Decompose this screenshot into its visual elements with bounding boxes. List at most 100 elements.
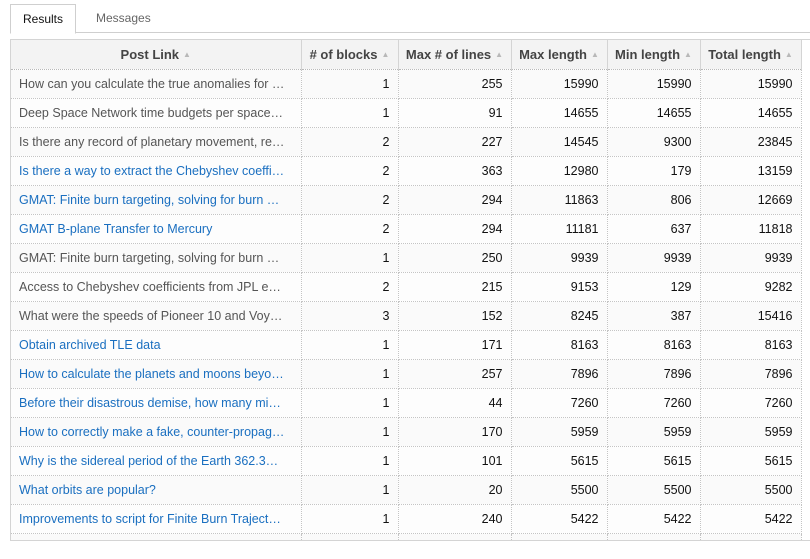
max-lines-cell: 152 [398, 301, 512, 331]
post-link-cell[interactable]: How to correctly make a fake, counter-pr… [11, 417, 302, 447]
total-length-cell: 9282 [700, 272, 802, 302]
max-lines-cell: 294 [398, 214, 512, 244]
post-link-cell[interactable]: Why is the sidereal period of the Earth … [11, 446, 302, 476]
max-lines-cell: 363 [398, 156, 512, 186]
column-header-label: Min length [615, 46, 681, 62]
min-length-cell: 806 [607, 185, 701, 215]
sort-ascending-icon[interactable]: ▲ [382, 50, 390, 59]
clipped-cell [607, 533, 701, 540]
total-length-cell: 14655 [700, 98, 802, 128]
column-header-min-length[interactable]: Min length ▲ [607, 40, 701, 70]
post-link-cell[interactable]: Is there a way to extract the Chebyshev … [11, 156, 302, 186]
total-length-cell: 5422 [700, 504, 802, 534]
blocks-cell: 2 [301, 156, 399, 186]
max-lines-cell: 215 [398, 272, 512, 302]
blocks-cell: 1 [301, 69, 399, 99]
post-link-cell[interactable]: Before their disastrous demise, how many… [11, 388, 302, 418]
table-row[interactable]: What orbits are popular? 1 20 5500 5500 5500 [11, 475, 802, 505]
column-header-max-lines[interactable]: Max # of lines ▲ [398, 40, 512, 70]
column-header-label: Total length [708, 46, 781, 62]
max-length-cell: 15990 [511, 69, 608, 99]
sort-ascending-icon[interactable]: ▲ [183, 50, 191, 59]
min-length-cell: 7260 [607, 388, 701, 418]
tab-messages[interactable]: Messages [86, 4, 161, 34]
column-header-total-length[interactable]: Total length ▲ [700, 40, 802, 70]
max-lines-cell: 170 [398, 417, 512, 447]
blocks-cell: 1 [301, 243, 399, 273]
table-row-clipped[interactable] [11, 533, 802, 540]
max-lines-cell: 91 [398, 98, 512, 128]
table-row[interactable]: Why is the sidereal period of the Earth … [11, 446, 802, 476]
table-row[interactable]: How can you calculate the true anomalies… [11, 69, 802, 99]
min-length-cell: 15990 [607, 69, 701, 99]
max-length-cell: 5615 [511, 446, 608, 476]
min-length-cell: 5959 [607, 417, 701, 447]
min-length-cell: 637 [607, 214, 701, 244]
table-row[interactable]: Is there a way to extract the Chebyshev … [11, 156, 802, 186]
table-row[interactable]: Is there any record of planetary movemen… [11, 127, 802, 157]
blocks-cell: 1 [301, 388, 399, 418]
max-length-cell: 11863 [511, 185, 608, 215]
total-length-cell: 5615 [700, 446, 802, 476]
clipped-cell [11, 533, 302, 540]
column-header-post-link[interactable]: Post Link ▲ [11, 40, 302, 70]
max-length-cell: 9153 [511, 272, 608, 302]
table-row[interactable]: Obtain archived TLE data 1 171 8163 8163 8163 [11, 330, 802, 360]
table-body: How can you calculate the true anomalies… [11, 69, 802, 540]
table-row[interactable]: GMAT B-plane Transfer to Mercury 2 294 1118… [11, 214, 802, 244]
min-length-cell: 9300 [607, 127, 701, 157]
sort-ascending-icon[interactable]: ▲ [684, 50, 692, 59]
post-link-cell[interactable]: What orbits are popular? [11, 475, 302, 505]
min-length-cell: 14655 [607, 98, 701, 128]
post-link-cell[interactable]: Obtain archived TLE data [11, 330, 302, 360]
table-row[interactable]: GMAT: Finite burn targeting, solving for… [11, 185, 802, 215]
post-link-cell[interactable]: GMAT B-plane Transfer to Mercury [11, 214, 302, 244]
blocks-cell: 1 [301, 359, 399, 389]
max-lines-cell: 257 [398, 359, 512, 389]
blocks-cell: 3 [301, 301, 399, 331]
table-row[interactable]: Improvements to script for Finite Burn T… [11, 504, 802, 534]
total-length-cell: 7896 [700, 359, 802, 389]
min-length-cell: 387 [607, 301, 701, 331]
max-lines-cell: 240 [398, 504, 512, 534]
sort-ascending-icon[interactable]: ▲ [591, 50, 599, 59]
table-row[interactable]: How to correctly make a fake, counter-pr… [11, 417, 802, 447]
max-length-cell: 11181 [511, 214, 608, 244]
table-row[interactable]: GMAT: Finite burn targeting, solving for… [11, 243, 802, 273]
table-row[interactable]: Before their disastrous demise, how many… [11, 388, 802, 418]
sort-ascending-icon[interactable]: ▲ [785, 50, 793, 59]
column-header-label: Max # of lines [405, 46, 492, 62]
post-link-cell: Access to Chebyshev coefficients from JP… [11, 272, 302, 302]
tab-results[interactable]: Results [10, 4, 76, 34]
blocks-cell: 2 [301, 272, 399, 302]
table-row[interactable]: What were the speeds of Pioneer 10 and V… [11, 301, 802, 331]
post-link-cell: Is there any record of planetary movemen… [11, 127, 302, 157]
total-length-cell: 23845 [700, 127, 802, 157]
post-link-cell: Deep Space Network time budgets per spac… [11, 98, 302, 128]
max-length-cell: 5422 [511, 504, 608, 534]
column-header-blocks[interactable]: # of blocks ▲ [301, 40, 399, 70]
max-lines-cell: 227 [398, 127, 512, 157]
max-length-cell: 7260 [511, 388, 608, 418]
clipped-cell [398, 533, 512, 540]
blocks-cell: 2 [301, 185, 399, 215]
min-length-cell: 5500 [607, 475, 701, 505]
min-length-cell: 5615 [607, 446, 701, 476]
post-link-cell[interactable]: GMAT: Finite burn targeting, solving for… [11, 185, 302, 215]
table-row[interactable]: How to calculate the planets and moons b… [11, 359, 802, 389]
total-length-cell: 12669 [700, 185, 802, 215]
post-link-cell: What were the speeds of Pioneer 10 and V… [11, 301, 302, 331]
blocks-cell: 2 [301, 127, 399, 157]
post-link-cell[interactable]: Improvements to script for Finite Burn T… [11, 504, 302, 534]
sort-ascending-icon[interactable]: ▲ [495, 50, 503, 59]
total-length-cell: 5500 [700, 475, 802, 505]
min-length-cell: 5422 [607, 504, 701, 534]
max-length-cell: 5500 [511, 475, 608, 505]
post-link-cell: GMAT: Finite burn targeting, solving for… [11, 243, 302, 273]
min-length-cell: 8163 [607, 330, 701, 360]
blocks-cell: 1 [301, 504, 399, 534]
table-row[interactable]: Access to Chebyshev coefficients from JP… [11, 272, 802, 302]
post-link-cell[interactable]: How to calculate the planets and moons b… [11, 359, 302, 389]
column-header-max-length[interactable]: Max length ▲ [511, 40, 608, 70]
table-row[interactable]: Deep Space Network time budgets per spac… [11, 98, 802, 128]
